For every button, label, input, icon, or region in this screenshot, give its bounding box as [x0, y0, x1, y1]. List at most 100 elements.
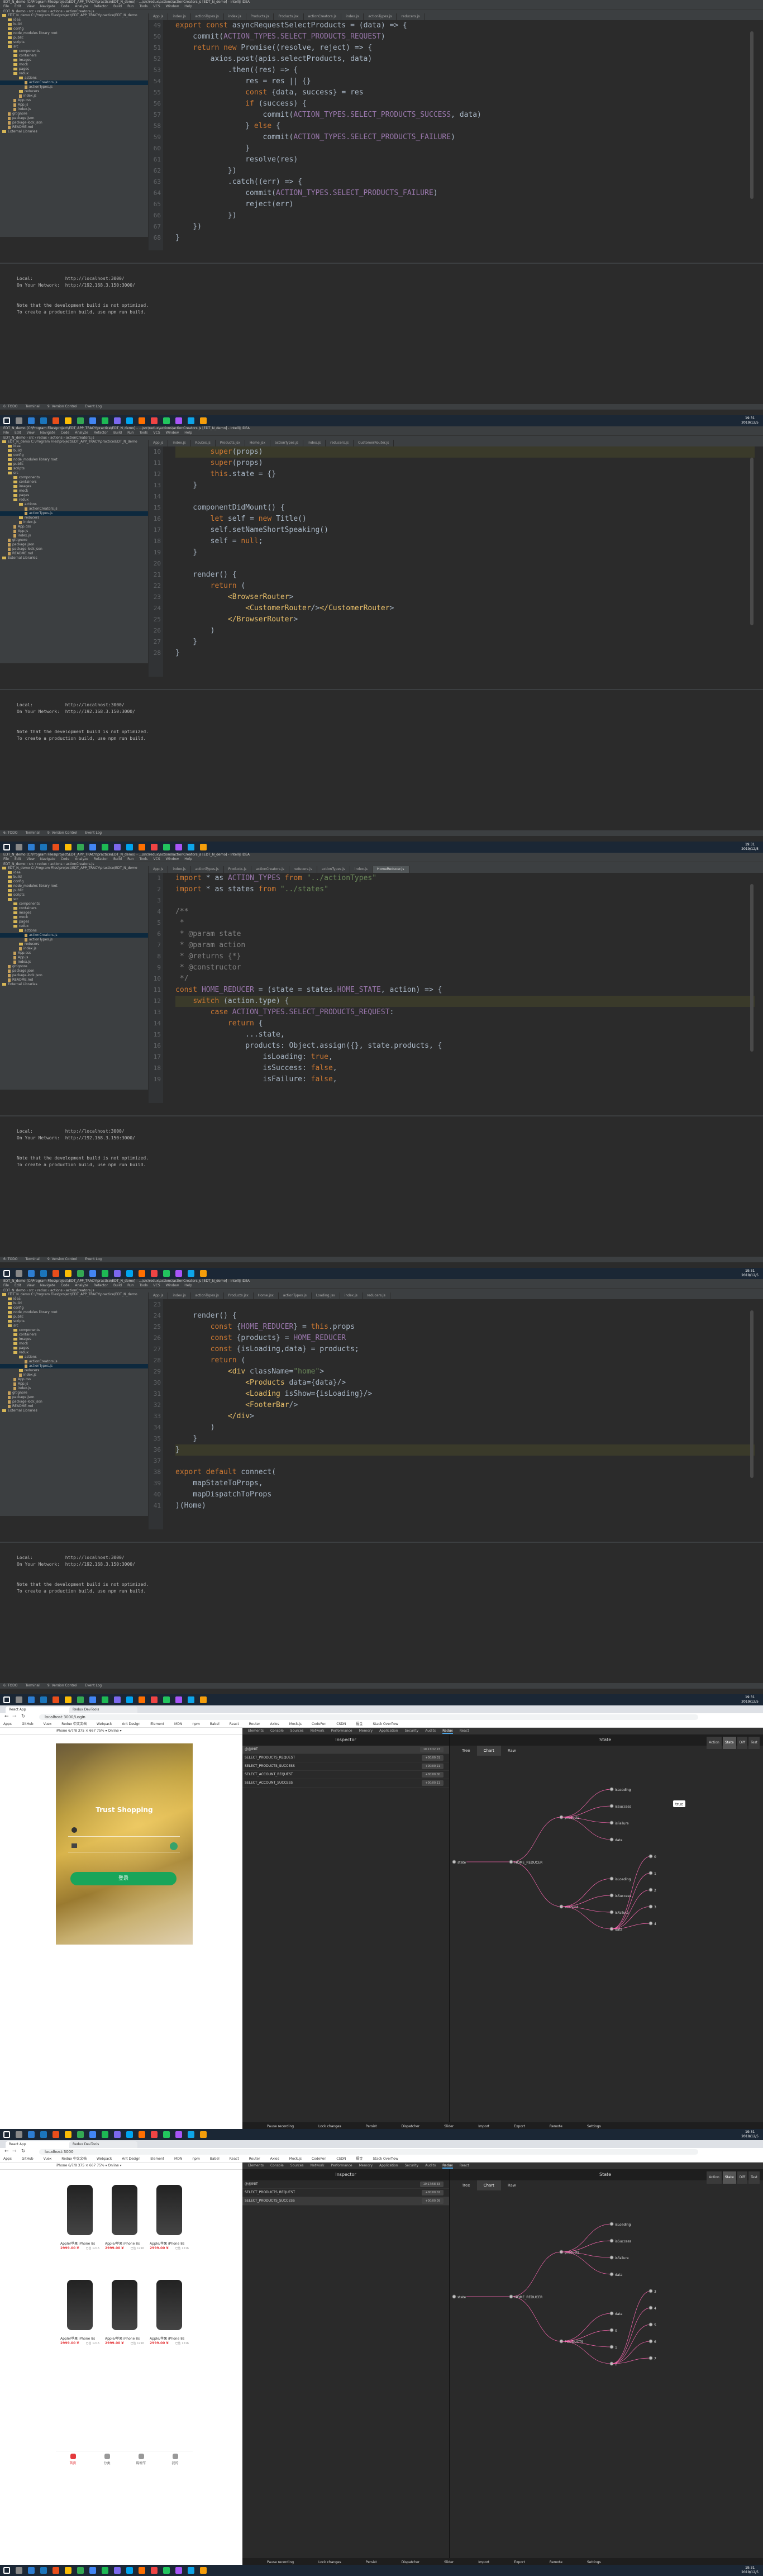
tree-node[interactable] — [648, 1888, 653, 1892]
taskbar-app-icon[interactable] — [126, 1696, 133, 1703]
taskbar-app-icon[interactable] — [40, 417, 47, 424]
taskbar-app-icon[interactable] — [3, 1696, 10, 1703]
tree-item[interactable]: images — [0, 1337, 148, 1342]
editor-tab[interactable]: index.js — [168, 13, 191, 20]
tool-window-button[interactable]: Event Log — [85, 405, 102, 408]
menu-item[interactable]: Build — [113, 4, 122, 8]
bookmark-link[interactable]: React — [230, 1722, 239, 1726]
tool-window-button[interactable]: Terminal — [25, 405, 39, 408]
tree-item[interactable]: images — [0, 58, 148, 63]
terminal-panel[interactable]: Local: http://localhost:3000/On Your Net… — [0, 689, 763, 831]
devtools-tab[interactable]: Elements — [248, 2164, 264, 2168]
redux-footer-button[interactable]: Export — [514, 2560, 525, 2564]
menu-item[interactable]: Navigate — [40, 431, 55, 435]
devtools-tab[interactable]: Redux — [442, 2164, 453, 2169]
taskbar-app-icon[interactable] — [53, 1696, 59, 1703]
monitor-button[interactable]: Action — [707, 1737, 722, 1749]
taskbar-app-icon[interactable] — [151, 417, 158, 424]
taskbar-app-icon[interactable] — [28, 2131, 35, 2138]
tree-item[interactable]: mock — [0, 489, 148, 493]
editor-tab[interactable]: index.js — [340, 1292, 363, 1299]
bookmark-link[interactable]: GitHub — [22, 1722, 34, 1726]
monitor-button[interactable]: Test — [748, 2171, 760, 2184]
tree-item[interactable]: actionTypes.js — [0, 511, 148, 516]
tool-window-button[interactable]: 9: Version Control — [47, 1684, 77, 1688]
tool-window-button[interactable]: 9: Version Control — [47, 831, 77, 835]
menu-item[interactable]: Refactor — [94, 1284, 108, 1287]
bookmark-link[interactable]: React — [230, 2157, 239, 2161]
menu-item[interactable]: Build — [113, 1284, 122, 1287]
tree-item[interactable]: redux — [0, 498, 148, 502]
bookmark-link[interactable]: Axios — [270, 1722, 279, 1726]
tool-window-button[interactable]: 6: TODO — [3, 405, 17, 408]
devtools-tab[interactable]: Security — [405, 2164, 419, 2168]
taskbar-app-icon[interactable] — [126, 1270, 133, 1277]
action-row[interactable]: @@INIT 10:17:58.33 — [242, 2180, 449, 2189]
tree-node[interactable] — [609, 1837, 614, 1842]
redux-footer-button[interactable]: Persist — [366, 2560, 377, 2564]
tree-item[interactable]: containers — [0, 906, 148, 911]
taskbar-app-icon[interactable] — [77, 417, 84, 424]
taskbar-app-icon[interactable] — [163, 1270, 170, 1277]
bookmark-link[interactable]: CSDN — [336, 1722, 346, 1726]
menu-item[interactable]: File — [3, 4, 9, 8]
tree-item[interactable]: scripts — [0, 893, 148, 897]
redux-footer-button[interactable]: Remote — [550, 2125, 562, 2128]
redux-footer-button[interactable]: Lock changes — [318, 2560, 341, 2564]
taskbar-app-icon[interactable] — [175, 2567, 182, 2574]
editor-tab[interactable]: Products.js — [224, 866, 252, 873]
action-row[interactable]: @@INIT 10:17:32.23 — [242, 1746, 449, 1754]
tree-item[interactable]: src — [0, 45, 148, 49]
terminal-panel[interactable]: Local: http://localhost:3000/On Your Net… — [0, 1115, 763, 1258]
menu-item[interactable]: Refactor — [94, 857, 108, 861]
taskbar-app-icon[interactable] — [40, 844, 47, 850]
editor-tab[interactable]: reducers.js — [397, 13, 425, 20]
tree-item[interactable]: External Libraries — [0, 556, 148, 560]
menu-item[interactable]: Window — [166, 4, 179, 8]
tree-item[interactable]: public — [0, 1315, 148, 1319]
tree-item[interactable]: EDT_N_demo C:\Program Files\project\EDT_… — [0, 866, 148, 871]
tree-item[interactable]: README.md — [0, 978, 148, 982]
taskbar-app-icon[interactable] — [163, 2131, 170, 2138]
tree-node[interactable] — [648, 2356, 653, 2360]
tree-item[interactable]: App.css — [0, 525, 148, 529]
taskbar-app-icon[interactable] — [139, 1696, 145, 1703]
tree-item[interactable]: idea — [0, 871, 148, 875]
code-editor[interactable]: 23 24 25 26 27 28 29 30 31 32 33 34 35 36 37 38 39 40 41 r… — [149, 1299, 755, 1529]
state-tab[interactable]: Tree — [455, 1746, 477, 1756]
devtools-tab[interactable]: Console — [270, 2164, 284, 2168]
taskbar-app-icon[interactable] — [28, 1270, 35, 1277]
bookmark-link[interactable]: npm — [192, 2157, 199, 2161]
taskbar-app-icon[interactable] — [188, 2131, 194, 2138]
taskbar-app-icon[interactable] — [102, 417, 108, 424]
tree-item[interactable]: actionCreators.js — [0, 507, 148, 511]
monitor-button[interactable]: Diff — [737, 1737, 748, 1749]
footer-tab[interactable]: 我的 — [158, 2454, 192, 2465]
taskbar-app-icon[interactable] — [114, 2567, 121, 2574]
action-row[interactable]: SELECT_PRODUCTS_SUCCESS +00:00.09 — [242, 2197, 449, 2206]
taskbar-app-icon[interactable] — [40, 2131, 47, 2138]
tree-item[interactable]: scripts — [0, 1319, 148, 1324]
taskbar-app-icon[interactable] — [163, 2567, 170, 2574]
taskbar-app-icon[interactable] — [16, 844, 22, 850]
devtools-tab[interactable]: Memory — [359, 1729, 373, 1733]
tree-item[interactable]: mock — [0, 63, 148, 67]
tree-item[interactable]: reducers — [0, 516, 148, 520]
tree-item[interactable]: pages — [0, 1346, 148, 1351]
bookmark-link[interactable]: Babel — [210, 1722, 220, 1726]
tree-item[interactable]: EDT_N_demo C:\Program Files\project\EDT_… — [0, 1292, 148, 1297]
tree-item[interactable]: EDT_N_demo C:\Program Files\project\EDT_… — [0, 440, 148, 444]
tree-item[interactable]: actionCreators.js — [0, 933, 148, 938]
menu-item[interactable]: Help — [184, 431, 192, 435]
tree-item[interactable]: gitignore — [0, 1391, 148, 1395]
tree-item[interactable]: actionCreators.js — [0, 1360, 148, 1364]
taskbar-app-icon[interactable] — [89, 1696, 96, 1703]
redux-footer-button[interactable]: Slider — [444, 2560, 454, 2564]
taskbar-app-icon[interactable] — [3, 1270, 10, 1277]
menu-item[interactable]: Edit — [15, 857, 21, 861]
tree-item[interactable]: idea — [0, 1297, 148, 1301]
editor-tab[interactable]: index.js — [303, 440, 326, 446]
taskbar-app-icon[interactable] — [65, 844, 71, 850]
bookmark-link[interactable]: Element — [150, 2157, 164, 2161]
tool-window-button[interactable]: 9: Version Control — [47, 1257, 77, 1261]
